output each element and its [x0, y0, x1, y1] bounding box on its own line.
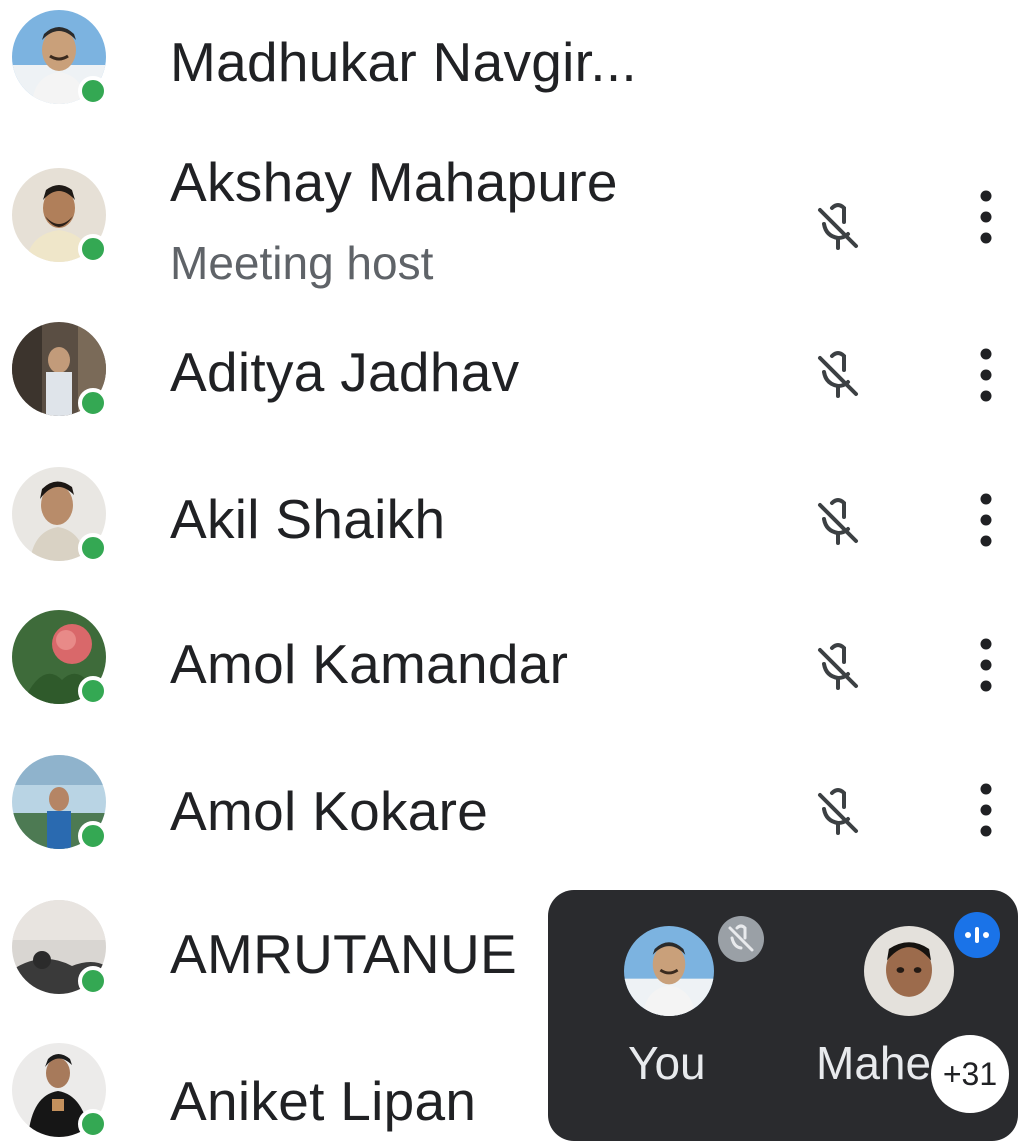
- mic-off-icon: [718, 916, 764, 962]
- mic-off-icon: [818, 351, 858, 398]
- participant-avatar[interactable]: [864, 926, 954, 1016]
- avatar: [12, 755, 108, 851]
- more-participants-badge[interactable]: +31: [931, 1035, 1009, 1113]
- mic-off-icon: [818, 643, 858, 690]
- online-indicator: [78, 1109, 108, 1139]
- avatar: [12, 610, 108, 706]
- more-options-icon[interactable]: [966, 630, 1006, 700]
- participant-name: Amol Kokare: [170, 780, 489, 842]
- online-indicator: [78, 234, 108, 264]
- online-indicator: [78, 821, 108, 851]
- online-indicator: [78, 533, 108, 563]
- self-label: You: [628, 1037, 706, 1089]
- participant-name: Akshay Mahapure: [170, 151, 618, 213]
- participant-name: AMRUTANUE: [170, 923, 517, 985]
- list-item[interactable]: Akil Shaikh: [0, 455, 1018, 595]
- list-item[interactable]: Aditya Jadhav: [0, 310, 1018, 450]
- avatar: [12, 1043, 108, 1139]
- avatar: [12, 168, 108, 264]
- participant-label: Mahe: [816, 1037, 932, 1089]
- avatar: [12, 900, 108, 996]
- avatar: [12, 10, 108, 106]
- self-avatar[interactable]: [624, 926, 714, 1016]
- online-indicator: [78, 966, 108, 996]
- participant-role: Meeting host: [170, 237, 434, 289]
- mic-off-icon: [818, 203, 858, 250]
- online-indicator: [78, 76, 108, 106]
- speaking-icon: [954, 912, 1000, 958]
- list-item[interactable]: Akshay Mahapure Meeting host: [0, 150, 1018, 310]
- mic-off-icon: [818, 498, 858, 545]
- avatar: [12, 322, 108, 418]
- participant-name: Madhukar Navgir...: [170, 31, 637, 93]
- online-indicator: [78, 388, 108, 418]
- participant-name: Aniket Lipan: [170, 1070, 477, 1132]
- participant-name: Aditya Jadhav: [170, 341, 520, 403]
- participant-name: Akil Shaikh: [170, 488, 446, 550]
- mic-off-icon: [818, 788, 858, 835]
- floating-participants-panel[interactable]: You Mahe +31: [548, 890, 1018, 1141]
- more-options-icon[interactable]: [966, 775, 1006, 845]
- list-item[interactable]: Madhukar Navgir...: [0, 0, 1018, 140]
- more-options-icon[interactable]: [966, 182, 1006, 252]
- list-item[interactable]: Amol Kokare: [0, 745, 1018, 885]
- avatar: [12, 467, 108, 563]
- online-indicator: [78, 676, 108, 706]
- more-options-icon[interactable]: [966, 485, 1006, 555]
- participant-name: Amol Kamandar: [170, 633, 569, 695]
- more-options-icon[interactable]: [966, 340, 1006, 410]
- list-item[interactable]: Amol Kamandar: [0, 600, 1018, 740]
